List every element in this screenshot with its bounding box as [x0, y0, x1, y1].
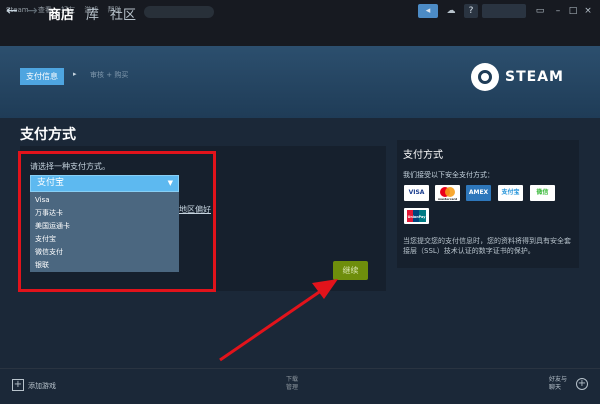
wechat-pay-card-icon: 微信 — [530, 185, 555, 201]
friends-label-line2: 聊天 — [549, 384, 562, 391]
visa-card-icon: VISA — [404, 185, 429, 201]
unionpay-card-icon: UnionPay — [404, 208, 429, 224]
friends-plus-icon[interactable]: + — [576, 378, 588, 390]
accepted-methods-text: 我们接受以下安全支付方式： — [403, 171, 494, 179]
sidebar-title: 支付方式 — [403, 150, 443, 161]
friends-chat-button[interactable]: 好友与 聊天 — [549, 376, 567, 392]
downloads-manage-label: 管理 — [286, 384, 299, 391]
mastercard-label: mastercard — [438, 197, 457, 201]
plus-icon[interactable]: + — [12, 379, 24, 391]
downloads-button[interactable]: 下载 管理 — [286, 376, 298, 392]
add-game-button[interactable]: 添加游戏 — [28, 381, 56, 391]
amex-card-icon: AMEX — [466, 185, 491, 201]
footer-bar — [0, 368, 600, 404]
friends-label-line1: 好友与 — [549, 376, 568, 383]
unionpay-label: UnionPay — [408, 215, 427, 219]
alipay-card-icon: 支付宝 — [498, 185, 523, 201]
ssl-security-note: 当您提交您的支付信息时，您的资料将得到具有安全套接层（SSL）技术认证的数字证书… — [403, 237, 571, 255]
mastercard-card-icon: mastercard — [435, 185, 460, 201]
downloads-label: 下载 — [286, 376, 299, 383]
